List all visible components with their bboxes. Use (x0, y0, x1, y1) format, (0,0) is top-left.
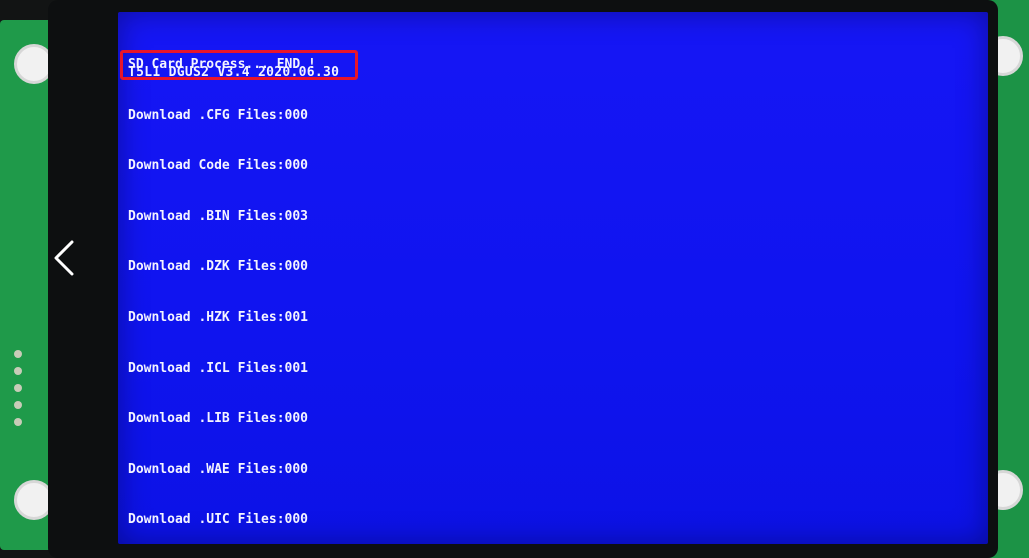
chevron-left-icon[interactable] (50, 238, 78, 278)
header-pin (14, 350, 22, 358)
download-line-wae: Download .WAE Files:000 (128, 461, 309, 477)
download-line-dzk: Download .DZK Files:000 (128, 259, 309, 275)
download-line-lib: Download .LIB Files:000 (128, 411, 309, 427)
download-line-cfg: Download .CFG Files:000 (128, 107, 309, 123)
header-pin (14, 401, 22, 409)
download-line-uic: Download .UIC Files:000 (128, 512, 309, 528)
download-line-hzk: Download .HZK Files:001 (128, 309, 309, 325)
lcd-screen: T5L1 DGUS2 V3.4 2020.06.30 SD Card Proce… (118, 12, 988, 544)
download-list: Download .CFG Files:000 Download Code Fi… (128, 74, 308, 558)
photo-scene: T5L1 DGUS2 V3.4 2020.06.30 SD Card Proce… (0, 0, 1029, 558)
header-pin (14, 367, 22, 375)
header-pin (14, 384, 22, 392)
header-pin (14, 418, 22, 426)
download-line-icl: Download .ICL Files:001 (128, 360, 309, 376)
download-line-bin: Download .BIN Files:003 (128, 208, 309, 224)
sd-card-status: SD Card Process... END ! (128, 57, 316, 72)
download-line-code: Download Code Files:000 (128, 158, 309, 174)
